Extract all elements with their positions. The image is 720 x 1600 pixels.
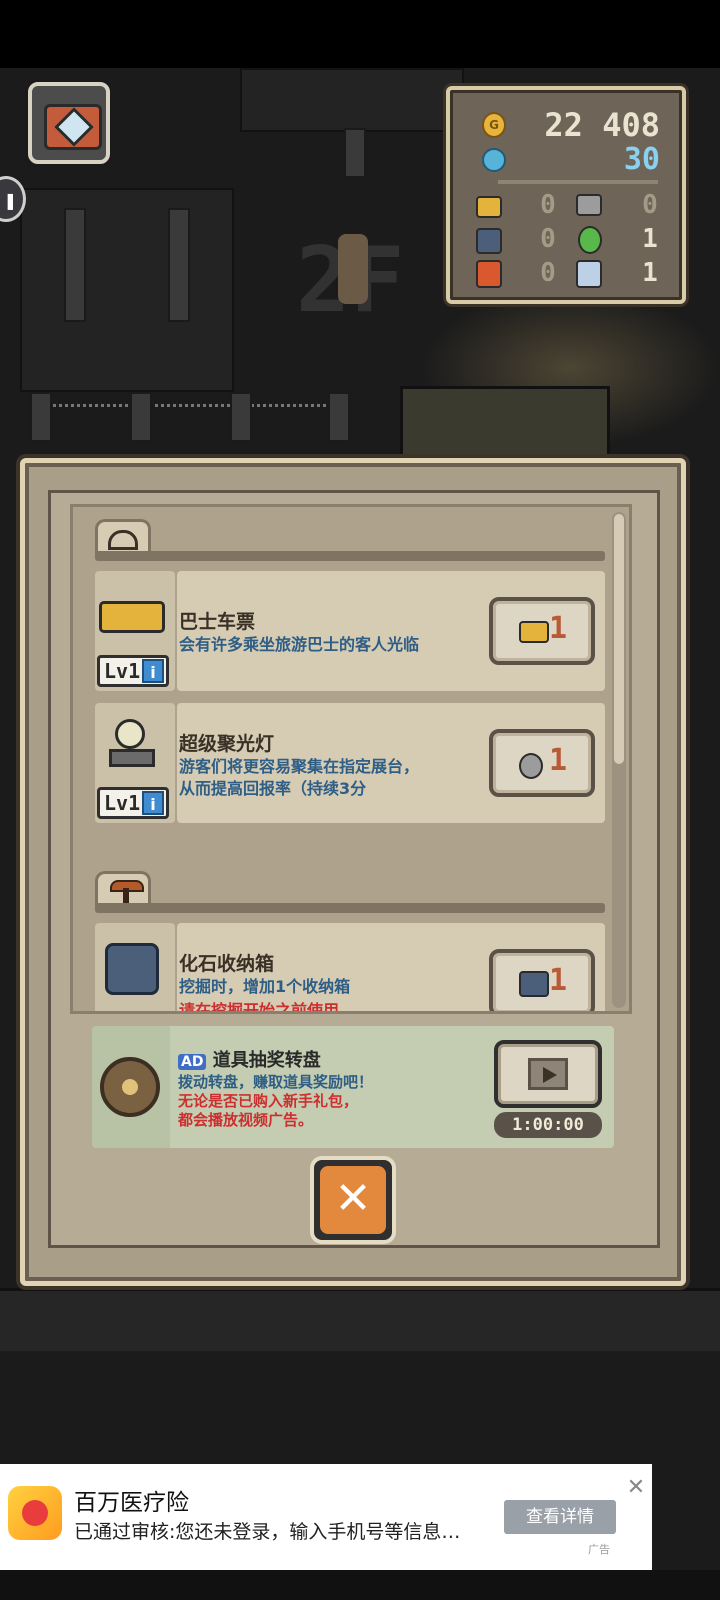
cooldown-timer: 1:00:00 [494, 1112, 602, 1138]
ad-offer-warning: 都会播放视频广告。 [178, 1111, 314, 1129]
bus-icon [99, 601, 165, 633]
post [130, 392, 152, 442]
ad-offer-warning: 无论是否已购入新手礼包， [178, 1092, 359, 1110]
info-icon[interactable]: i [142, 791, 164, 815]
pillar [344, 128, 366, 178]
gem-icon [482, 148, 506, 172]
camera-icon [44, 104, 102, 150]
use-bus-ticket-button[interactable]: 1 [489, 597, 595, 665]
post [328, 392, 350, 442]
item-description: 从而提高回报率（持续3分 [179, 779, 367, 798]
item-description: 挖掘时，增加1个收纳箱 [179, 977, 351, 996]
level-badge[interactable]: Lv1 i [97, 655, 169, 687]
game-edge [652, 1464, 720, 1570]
watch-video-button[interactable] [494, 1040, 602, 1108]
level-badge[interactable]: Lv1 i [97, 787, 169, 819]
view-details-button[interactable]: 查看详情 [504, 1500, 616, 1534]
exhibit-wall [240, 68, 464, 132]
level-text: Lv1 [104, 659, 141, 683]
robot-icon [576, 260, 602, 288]
insurance-app-icon[interactable] [8, 1486, 62, 1540]
spotlight-icon [115, 719, 145, 749]
exhibit-wall [20, 188, 234, 392]
coin-icon: G [482, 112, 506, 138]
storage-box-icon [105, 943, 159, 995]
item-list[interactable]: Lv1 i 巴士车票 会有许多乘坐旅游巴士的客人光临 1 Lv1 i 超级聚光灯… [70, 504, 632, 1014]
post [230, 392, 252, 442]
visitor-character[interactable] [338, 234, 368, 304]
inventory-count: 1 [642, 258, 658, 288]
category-bar [95, 903, 605, 913]
item-description: 会有许多乘坐旅游巴士的客人光临 [179, 635, 420, 654]
inventory-count: 0 [540, 224, 556, 254]
ad-label: 广告 [588, 1543, 610, 1556]
close-icon: ✕ [320, 1166, 386, 1234]
ad-offer-title: 道具抽奖转盘 [212, 1050, 321, 1071]
pillar [64, 208, 86, 322]
item-icon-slot [95, 923, 175, 1011]
storage-box-icon [476, 228, 502, 254]
banner-title[interactable]: 百万医疗险 [74, 1483, 189, 1517]
prize-wheel-icon [100, 1057, 160, 1117]
item-quantity: 1 [548, 611, 567, 646]
close-ad-icon[interactable]: ✕ [624, 1476, 648, 1500]
video-play-icon [528, 1058, 568, 1090]
use-spotlight-button[interactable]: 1 [489, 729, 595, 797]
use-storage-box-button[interactable]: 1 [489, 949, 595, 1011]
inventory-count: 0 [642, 190, 658, 220]
navigation-bar [0, 1570, 720, 1600]
floor-strip [0, 1288, 720, 1351]
item-title: 巴士车票 [179, 611, 256, 633]
item-description: 游客们将更容易聚集在指定展台， [179, 757, 420, 776]
bus-ticket-icon [476, 196, 502, 218]
storage-box-icon [519, 971, 549, 997]
resource-panel: G 22 408 30 0 0 0 1 0 1 [446, 86, 686, 304]
item-quantity: 1 [548, 963, 567, 998]
museum-icon [108, 530, 138, 550]
coin-count: 22 408 [544, 106, 660, 144]
item-title: 化石收纳箱 [179, 953, 275, 975]
rope-barrier [40, 404, 340, 407]
camera-button[interactable] [28, 82, 110, 164]
post [30, 392, 52, 442]
spotlight-base [109, 749, 155, 767]
category-bar [95, 551, 605, 561]
divider [498, 180, 658, 184]
display-stand[interactable] [400, 386, 610, 462]
green-potion-icon [578, 226, 602, 254]
scrollbar-thumb[interactable] [614, 514, 624, 764]
bus-ticket-icon [519, 621, 549, 643]
ad-badge: AD [178, 1054, 207, 1070]
ad-offer-title-line: AD 道具抽奖转盘 [178, 1046, 321, 1072]
spotlight-icon [576, 194, 602, 216]
info-icon[interactable]: i [142, 659, 164, 683]
red-canister-icon [476, 260, 502, 288]
gem-count: 30 [623, 142, 660, 177]
level-text: Lv1 [104, 791, 141, 815]
close-button[interactable]: ✕ [310, 1156, 396, 1244]
spotlight-icon [519, 753, 543, 779]
banner-description[interactable]: 已通过审核:您还未登录，输入手机号等信息… [74, 1517, 494, 1544]
inventory-count: 0 [540, 258, 556, 288]
item-quantity: 1 [548, 743, 567, 778]
item-warning: 请在挖掘开始之前使用 [179, 1001, 340, 1014]
inventory-count: 0 [540, 190, 556, 220]
inventory-count: 1 [642, 224, 658, 254]
item-title: 超级聚光灯 [179, 733, 275, 755]
pillar [168, 208, 190, 322]
